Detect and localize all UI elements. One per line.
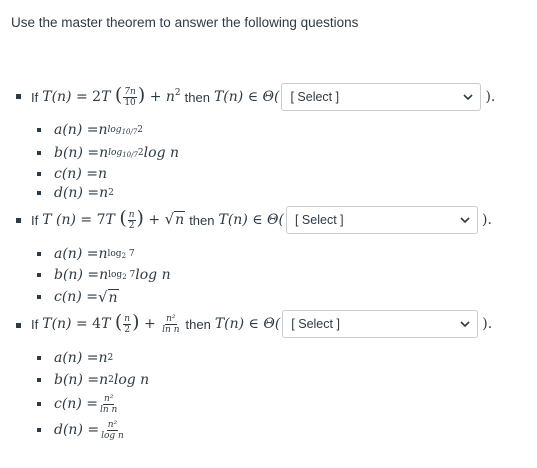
chevron-down-icon bbox=[463, 94, 474, 101]
q2-option-a: a(n) = n log2 7 bbox=[54, 246, 135, 262]
question-2-recurrence: T (n) = 7T (n 2) + √n bbox=[42, 207, 186, 231]
question-3-prefix: If bbox=[31, 316, 39, 332]
question-3-theta: T(n) ∈ Θ( bbox=[214, 316, 281, 332]
question-2: If T (n) = 7T (n 2) + √n then T(n) ∈ Θ( [… bbox=[31, 205, 492, 235]
q1-option-a: a(n) = n log10/72 bbox=[54, 122, 144, 138]
question-1-recurrence: T(n) = 2T (7n 10) + n2 bbox=[42, 84, 181, 108]
option-bullet bbox=[37, 128, 41, 132]
q2-option-c: c(n) = √ n bbox=[54, 288, 119, 306]
question-1-prefix: If bbox=[31, 89, 39, 105]
q3-option-c: c(n) = n² ln n bbox=[54, 393, 118, 415]
option-bullet bbox=[37, 402, 41, 406]
q3-option-b: b(n) = n2 log n bbox=[54, 372, 150, 388]
question-2-bullet bbox=[16, 218, 21, 223]
question-1-close: ). bbox=[485, 89, 496, 105]
question-1-select-value: [ Select ] bbox=[290, 90, 340, 104]
question-2-then: then bbox=[189, 212, 215, 228]
question-3-close: ). bbox=[482, 316, 493, 332]
option-bullet bbox=[37, 252, 41, 256]
q1-option-d: d(n) = n2 bbox=[54, 185, 114, 201]
q2-option-b: b(n) = n log2 7 log n bbox=[54, 267, 171, 283]
chevron-down-icon bbox=[460, 321, 470, 328]
question-1: If T(n) = 2T (7n 10) + n2 then T(n) ∈ Θ( … bbox=[31, 82, 495, 112]
question-3-select-value: [ Select ] bbox=[291, 317, 340, 331]
intro-text: Use the master theorem to answer the fol… bbox=[11, 15, 359, 30]
option-bullet bbox=[37, 273, 41, 277]
option-bullet bbox=[37, 191, 41, 195]
question-3-bullet bbox=[16, 323, 21, 328]
option-bullet bbox=[37, 378, 41, 382]
chevron-down-icon bbox=[460, 217, 470, 224]
question-2-select-value: [ Select ] bbox=[294, 213, 344, 227]
question-3: If T(n) = 4T (n 2) + n² ln n then T(n) ∈ Θ… bbox=[31, 309, 492, 339]
q3-option-d: d(n) = n² log n bbox=[54, 419, 124, 441]
question-2-prefix: If bbox=[31, 212, 39, 228]
option-bullet bbox=[37, 428, 41, 432]
question-3-recurrence: T(n) = 4T (n 2) + n² ln n bbox=[42, 311, 180, 335]
question-2-theta: T(n) ∈ Θ( bbox=[218, 212, 284, 228]
question-1-then: then bbox=[184, 89, 210, 105]
question-2-close: ). bbox=[481, 212, 492, 228]
question-1-bullet bbox=[16, 94, 21, 99]
question-2-select[interactable]: [ Select ] bbox=[285, 206, 478, 234]
option-bullet bbox=[37, 172, 41, 176]
option-bullet bbox=[37, 356, 41, 360]
option-bullet bbox=[37, 295, 41, 299]
q1-option-b: b(n) = n log10/72 log n bbox=[54, 145, 179, 161]
option-bullet bbox=[37, 151, 41, 155]
question-1-select[interactable]: [ Select ] bbox=[281, 83, 482, 111]
question-3-then: then bbox=[185, 316, 211, 332]
q3-option-a: a(n) = n2 bbox=[54, 350, 114, 366]
question-1-theta: T(n) ∈ Θ( bbox=[213, 89, 280, 105]
q1-option-c: c(n) = n bbox=[54, 166, 107, 182]
question-3-select[interactable]: [ Select ] bbox=[282, 310, 479, 338]
